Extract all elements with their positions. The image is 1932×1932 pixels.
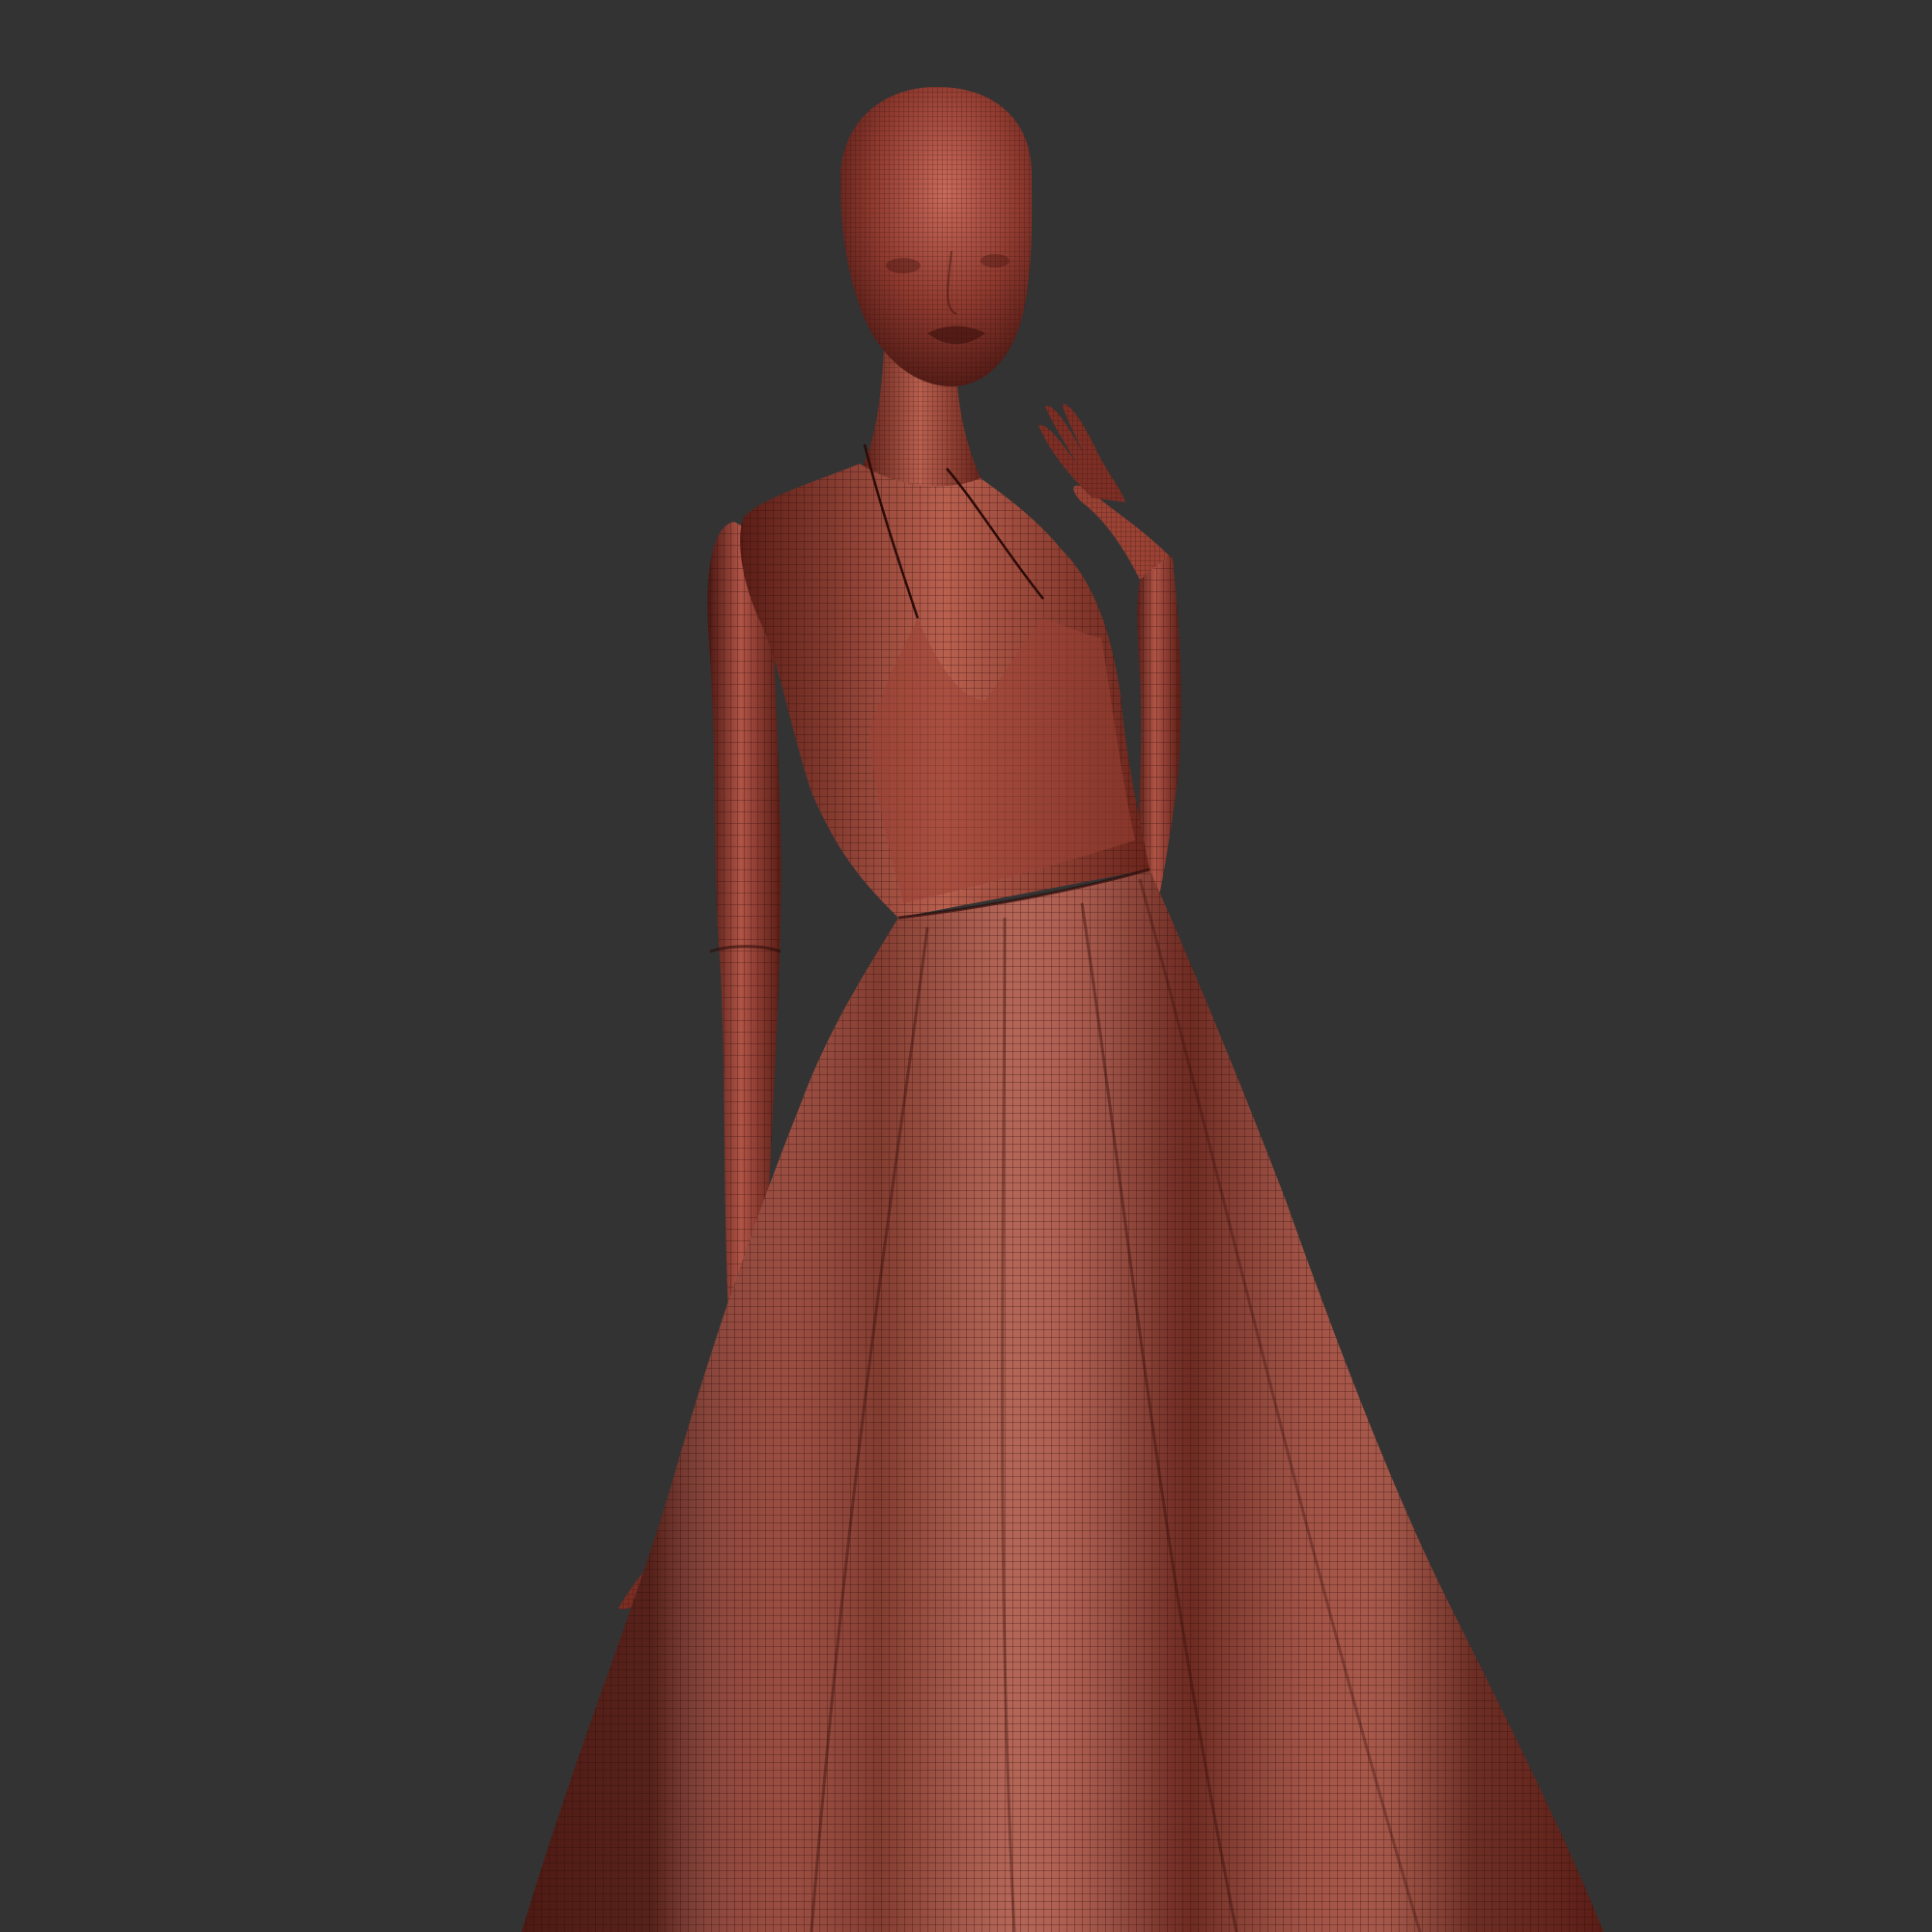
mannequin-scene — [522, 87, 1604, 1932]
torso — [740, 443, 1150, 918]
right-hand — [1038, 404, 1125, 502]
3d-viewport[interactable] — [0, 0, 1932, 1932]
head — [840, 87, 1033, 386]
dress-skirt — [522, 867, 1604, 1932]
